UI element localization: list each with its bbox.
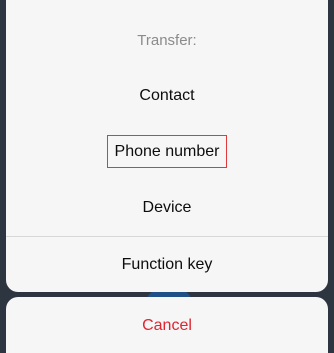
option-label: Contact [139,87,195,104]
cancel-button[interactable]: Cancel [6,297,328,353]
transfer-option-contact[interactable]: Contact [6,68,328,124]
cancel-label: Cancel [142,317,192,334]
transfer-action-sheet: Transfer: Contact Phone number Device Fu… [6,0,328,292]
option-label: Device [142,199,192,216]
transfer-screen: Transfer: Contact Phone number Device Fu… [0,0,334,353]
sheet-title: Transfer: [137,32,197,49]
transfer-option-phone-number[interactable]: Phone number [6,124,328,180]
transfer-option-device[interactable]: Device [6,180,328,236]
option-label-highlighted: Phone number [106,135,228,169]
transfer-option-function-key[interactable]: Function key [6,236,328,292]
option-label: Function key [121,256,213,273]
